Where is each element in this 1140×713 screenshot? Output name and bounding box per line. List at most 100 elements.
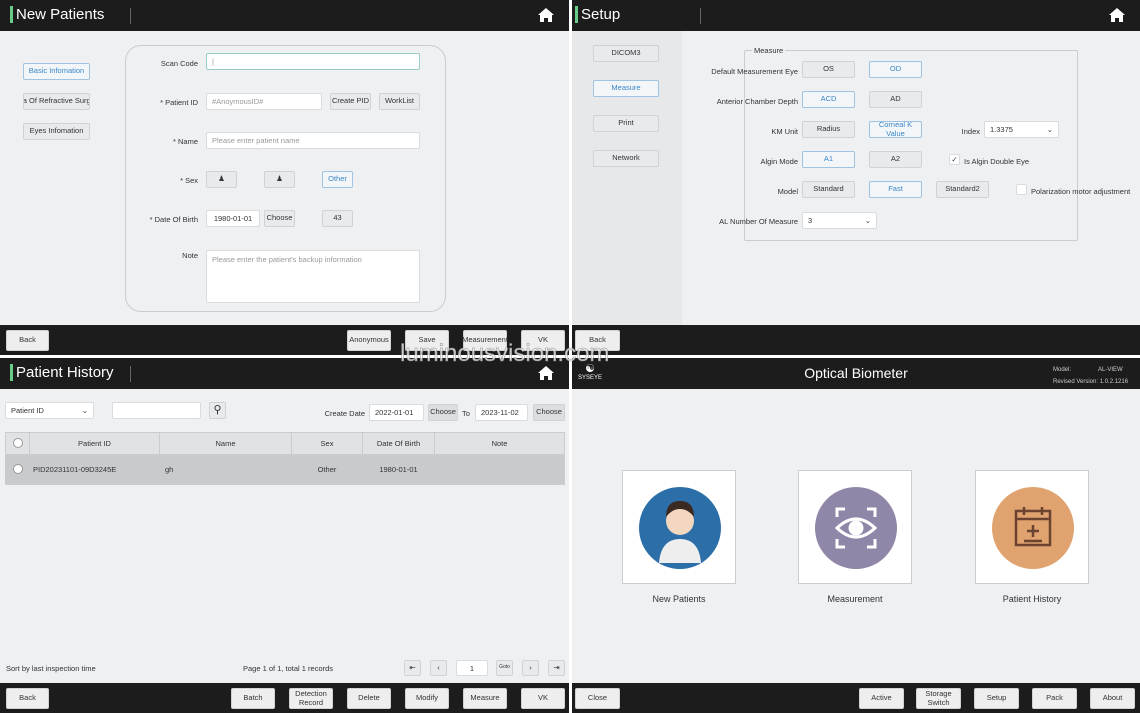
back-button[interactable]: Back bbox=[6, 688, 49, 709]
about-button[interactable]: About bbox=[1090, 688, 1135, 709]
choose-to-button[interactable]: Choose bbox=[533, 404, 565, 421]
close-button[interactable]: Close bbox=[575, 688, 620, 709]
sex-label: * Sex bbox=[180, 176, 198, 185]
chevron-down-icon: ⌄ bbox=[81, 406, 88, 415]
al-number-select[interactable]: 3 ⌄ bbox=[802, 212, 877, 229]
corneal-k-button[interactable]: Corneal K Value bbox=[869, 121, 922, 138]
page-title: New Patients bbox=[10, 6, 104, 23]
home-icon[interactable] bbox=[537, 7, 555, 23]
active-button[interactable]: Active bbox=[859, 688, 904, 709]
col-dob[interactable]: Date Of Birth bbox=[362, 432, 435, 455]
a1-button[interactable]: A1 bbox=[802, 151, 855, 168]
index-select[interactable]: 1.3375 ⌄ bbox=[984, 121, 1059, 138]
female-icon: ♟ bbox=[276, 174, 283, 184]
model-standard-button[interactable]: Standard bbox=[802, 181, 855, 198]
measurement-tile[interactable] bbox=[798, 470, 912, 584]
model-standard2-button[interactable]: Standard2 bbox=[936, 181, 989, 198]
next-page-button[interactable]: › bbox=[522, 660, 539, 676]
note-textarea[interactable]: Please enter the patient's backup inform… bbox=[206, 250, 420, 303]
patient-id-input[interactable]: #AnoymousID# bbox=[206, 93, 322, 110]
ad-button[interactable]: AD bbox=[869, 91, 922, 108]
index-label: Index bbox=[961, 127, 980, 136]
acd-button[interactable]: ACD bbox=[802, 91, 855, 108]
setup-screen: Setup DICOM3 Measure Print Network Measu… bbox=[572, 0, 1140, 355]
home-icon[interactable] bbox=[1108, 7, 1126, 23]
patient-id-label: * Patient ID bbox=[160, 98, 198, 107]
setup-button[interactable]: Setup bbox=[974, 688, 1019, 709]
table-row[interactable]: PID20231101-09D3245E gh Other 1980-01-01 bbox=[5, 454, 565, 485]
pack-button[interactable]: Pack bbox=[1032, 688, 1077, 709]
delete-button[interactable]: Delete bbox=[347, 688, 391, 709]
patient-history-tile[interactable] bbox=[975, 470, 1089, 584]
worklist-button[interactable]: WorkList bbox=[379, 93, 420, 110]
detection-record-button[interactable]: Detection Record bbox=[289, 688, 333, 709]
model-label: Model bbox=[777, 187, 798, 196]
new-patients-caption: New Patients bbox=[652, 594, 706, 604]
col-note[interactable]: Note bbox=[434, 432, 565, 455]
col-patient-id[interactable]: Patient ID bbox=[29, 432, 160, 455]
align-mode-label: Algin Mode bbox=[760, 157, 798, 166]
to-label: To bbox=[462, 409, 470, 418]
storage-switch-button[interactable]: Storage Switch bbox=[916, 688, 961, 709]
new-patients-tile[interactable] bbox=[622, 470, 736, 584]
name-input[interactable]: Please enter patient name bbox=[206, 132, 420, 149]
nav-network[interactable]: Network bbox=[593, 150, 659, 167]
search-button[interactable]: ⚲ bbox=[209, 402, 226, 419]
col-sex[interactable]: Sex bbox=[291, 432, 363, 455]
footer-bar: Back bbox=[572, 325, 1140, 355]
sex-other-button[interactable]: Other bbox=[322, 171, 353, 188]
a2-button[interactable]: A2 bbox=[869, 151, 922, 168]
group-title: Measure bbox=[752, 46, 786, 55]
date-from-input[interactable]: 2022-01-01 bbox=[369, 404, 424, 421]
row-radio[interactable] bbox=[12, 463, 23, 474]
date-to-input[interactable]: 2023-11-02 bbox=[475, 404, 528, 421]
cell-sex: Other bbox=[291, 454, 363, 485]
tab-basic-information[interactable]: Basic Infomation bbox=[23, 63, 90, 80]
polarization-checkbox[interactable] bbox=[1016, 184, 1027, 195]
select-all-radio[interactable] bbox=[12, 437, 23, 448]
double-eye-checkbox[interactable]: ✓ bbox=[949, 154, 960, 165]
batch-button[interactable]: Batch bbox=[231, 688, 275, 709]
col-name[interactable]: Name bbox=[159, 432, 292, 455]
scan-code-input[interactable]: | bbox=[206, 53, 420, 70]
goto-button[interactable]: Goto bbox=[496, 660, 513, 676]
cell-dob: 1980-01-01 bbox=[362, 454, 435, 485]
vk-button[interactable]: VK bbox=[521, 688, 565, 709]
od-button[interactable]: OD bbox=[869, 61, 922, 78]
dob-input[interactable]: 1980-01-01 bbox=[206, 210, 260, 227]
radius-button[interactable]: Radius bbox=[802, 121, 855, 138]
index-value: 1.3375 bbox=[990, 125, 1013, 134]
home-screen: ☯ SYSEYE Optical Biometer Model: AL-VIEW R… bbox=[572, 358, 1140, 713]
last-page-button[interactable]: ⇥ bbox=[548, 660, 565, 676]
table-header: Patient ID Name Sex Date Of Birth Note bbox=[5, 432, 565, 455]
search-input[interactable] bbox=[112, 402, 201, 419]
nav-dicom3[interactable]: DICOM3 bbox=[593, 45, 659, 62]
filter-select[interactable]: Patient ID ⌄ bbox=[5, 402, 94, 419]
patient-history-screen: Patient History Patient ID ⌄ ⚲ Create Dat… bbox=[0, 358, 569, 713]
tab-eyes-information[interactable]: Eyes Infomation bbox=[23, 123, 90, 140]
page-input[interactable]: 1 bbox=[456, 660, 488, 676]
sex-male-button[interactable]: ♟ bbox=[206, 171, 237, 188]
modify-button[interactable]: Modify bbox=[405, 688, 449, 709]
create-pid-button[interactable]: Create PID bbox=[330, 93, 371, 110]
nav-measure[interactable]: Measure bbox=[593, 80, 659, 97]
tab-refractive-surgery[interactable]: ta Of Refractive Surgi bbox=[23, 93, 90, 110]
measure-button[interactable]: Measure bbox=[463, 688, 507, 709]
dob-choose-button[interactable]: Choose bbox=[264, 210, 295, 227]
sex-female-button[interactable]: ♟ bbox=[264, 171, 295, 188]
header: New Patients bbox=[0, 0, 569, 31]
back-button[interactable]: Back bbox=[6, 330, 49, 351]
default-eye-label: Default Measurement Eye bbox=[711, 67, 798, 76]
al-number-value: 3 bbox=[808, 216, 813, 225]
nav-print[interactable]: Print bbox=[593, 115, 659, 132]
chevron-down-icon: ⌄ bbox=[864, 216, 871, 225]
sort-text: Sort by last inspection time bbox=[6, 664, 96, 673]
os-button[interactable]: OS bbox=[802, 61, 855, 78]
prev-page-button[interactable]: ‹ bbox=[430, 660, 447, 676]
anonymous-button[interactable]: Anonymous bbox=[347, 330, 391, 351]
choose-from-button[interactable]: Choose bbox=[428, 404, 458, 421]
patient-history-caption: Patient History bbox=[1002, 594, 1062, 604]
model-fast-button[interactable]: Fast bbox=[869, 181, 922, 198]
first-page-button[interactable]: ⇤ bbox=[404, 660, 421, 676]
footer-bar: Back Batch Detection Record Delete Modif… bbox=[0, 683, 569, 713]
